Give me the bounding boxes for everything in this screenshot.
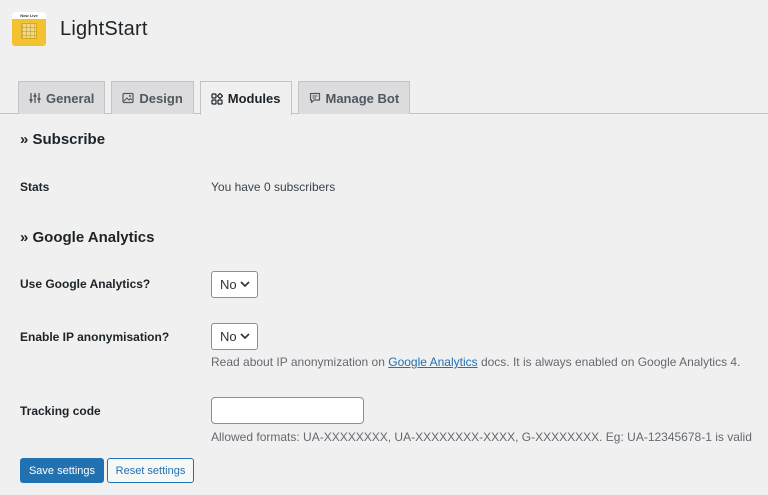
stats-label: Stats	[20, 180, 50, 194]
tab-label: Design	[139, 90, 183, 106]
google-analytics-heading: » Google Analytics	[20, 229, 155, 246]
stats-value: You have 0 subscribers	[211, 180, 336, 194]
sliders-icon	[29, 93, 41, 103]
settings-tabs: General Design Modules Manage Bot	[0, 81, 768, 115]
reset-settings-button[interactable]: Reset settings	[107, 458, 194, 483]
chat-icon	[309, 92, 320, 104]
app-title: LightStart	[60, 17, 148, 40]
lightstart-logo: Now Live	[12, 12, 46, 46]
use-google-analytics-select[interactable]: No	[211, 271, 258, 298]
select-value: No	[220, 329, 237, 344]
tab-general[interactable]: General	[18, 81, 106, 114]
tracking-code-label: Tracking code	[20, 404, 101, 418]
help-text: docs. It is always enabled on Google Ana…	[477, 355, 741, 369]
chevron-down-icon	[240, 333, 250, 340]
save-settings-button[interactable]: Save settings	[20, 458, 104, 483]
subscribe-heading: » Subscribe	[20, 131, 106, 148]
logo-banner: Now Live	[12, 12, 46, 19]
tab-label: General	[46, 90, 95, 106]
tracking-code-help: Allowed formats: UA-XXXXXXXX, UA-XXXXXXX…	[211, 430, 752, 444]
use-google-analytics-label: Use Google Analytics?	[20, 277, 151, 291]
modules-icon	[211, 92, 223, 105]
chevron-down-icon	[240, 281, 250, 288]
tab-modules[interactable]: Modules	[199, 81, 292, 115]
ip-anonymisation-label: Enable IP anonymisation?	[20, 330, 170, 344]
help-text: Read about IP anonymization on	[211, 355, 389, 369]
app-header: Now Live LightStart	[12, 12, 148, 46]
select-value: No	[220, 277, 237, 292]
calendar-icon	[21, 23, 37, 39]
tab-label: Manage Bot	[325, 90, 400, 106]
google-analytics-docs-link[interactable]: Google Analytics	[388, 355, 477, 369]
image-icon	[122, 92, 135, 104]
tab-design[interactable]: Design	[111, 81, 194, 114]
tab-label: Modules	[227, 91, 281, 106]
ip-anonymisation-help: Read about IP anonymization on Google An…	[211, 355, 740, 369]
tracking-code-input[interactable]	[211, 397, 364, 424]
tab-manage-bot[interactable]: Manage Bot	[297, 81, 411, 114]
ip-anonymisation-select[interactable]: No	[211, 323, 258, 350]
